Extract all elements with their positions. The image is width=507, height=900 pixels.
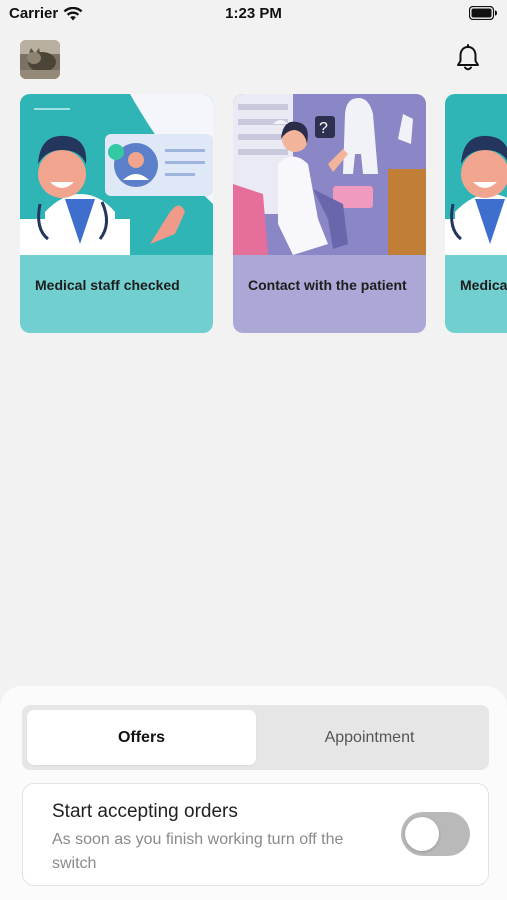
battery-icon	[469, 6, 497, 20]
user-photo-icon	[20, 40, 60, 79]
card-label: Contact with the patient	[248, 277, 407, 293]
card-medical-staff-checked[interactable]: Medical staff checked	[20, 94, 213, 333]
accepting-orders-description: As soon as you finish working turn off t…	[52, 831, 344, 872]
bell-icon[interactable]	[455, 44, 481, 72]
card-contact-with-patient[interactable]: ? Contact with the patient	[233, 94, 426, 333]
doctor-illustration	[20, 94, 213, 255]
accepting-orders-card: Start accepting orders As soon as you fi…	[22, 783, 489, 886]
tab-appointment[interactable]: Appointment	[255, 710, 484, 765]
switch-knob	[405, 817, 439, 851]
tab-offers[interactable]: Offers	[27, 710, 256, 765]
patient-consultation-illustration: ?	[233, 94, 426, 255]
card-label: Medica	[460, 277, 507, 293]
status-bar: Carrier 1:23 PM	[0, 0, 507, 30]
card-medical-partial[interactable]: Medica	[445, 94, 507, 333]
card-label: Medical staff checked	[35, 277, 180, 293]
accepting-orders-switch[interactable]	[401, 812, 470, 856]
doctor-illustration	[445, 94, 507, 255]
tab-switcher: Offers Appointment	[22, 705, 489, 770]
bottom-sheet: Offers Appointment Start accepting order…	[0, 686, 507, 900]
status-time: 1:23 PM	[225, 5, 282, 22]
accepting-orders-title: Start accepting orders	[52, 801, 238, 822]
svg-text:?: ?	[319, 120, 328, 137]
cards-carousel[interactable]: Medical staff checked ? Contact with the…	[20, 94, 507, 334]
avatar[interactable]	[20, 40, 60, 79]
